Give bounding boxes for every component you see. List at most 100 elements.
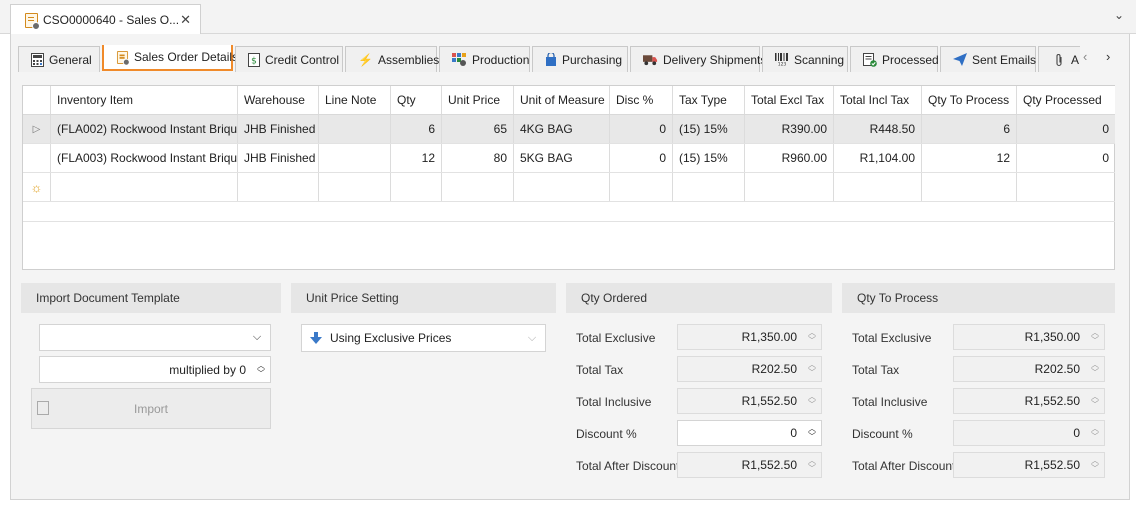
paperclip-icon: [1051, 52, 1066, 67]
cell-line-note[interactable]: [319, 115, 391, 143]
column-header-inventory-item[interactable]: Inventory Item: [51, 86, 238, 114]
tab-credit-control[interactable]: $ Credit Control: [235, 46, 343, 72]
process-total-exclusive-field: R1,350.00 ︿ ﹀: [953, 324, 1105, 350]
new-cell[interactable]: [834, 173, 922, 201]
column-header-total-excl-tax[interactable]: Total Excl Tax: [745, 86, 834, 114]
new-cell[interactable]: [922, 173, 1017, 201]
tab-label: Assemblies: [377, 52, 440, 67]
process-total-exclusive-value: R1,350.00: [1024, 330, 1080, 344]
cell-unit-price[interactable]: 80: [442, 144, 514, 172]
column-header-total-incl-tax[interactable]: Total Incl Tax: [834, 86, 922, 114]
tab-attachments[interactable]: A: [1038, 46, 1080, 72]
send-icon: [953, 52, 967, 67]
import-button[interactable]: Import: [31, 388, 271, 429]
cell-qty[interactable]: 6: [391, 115, 442, 143]
tab-scanning[interactable]: 123 Scanning: [762, 46, 848, 72]
tab-label: Scanning: [794, 52, 845, 67]
multiplier-input[interactable]: multiplied by 0 ︿ ﹀: [39, 356, 271, 383]
new-cell[interactable]: [391, 173, 442, 201]
cell-qty-to-process[interactable]: 12: [922, 144, 1017, 172]
bag-icon: [545, 52, 557, 67]
cell-qty-processed[interactable]: 0: [1017, 144, 1115, 172]
spin-buttons-icon: ︿ ﹀: [1091, 328, 1099, 345]
unit-price-value: Using Exclusive Prices: [330, 331, 452, 345]
column-header-line-note[interactable]: Line Note: [319, 86, 391, 114]
spin-buttons-icon: ︿ ﹀: [808, 392, 816, 409]
label-total-inclusive: Total Inclusive: [852, 395, 928, 409]
svg-text:123: 123: [778, 62, 787, 67]
tab-general[interactable]: General: [18, 46, 100, 72]
cell-warehouse[interactable]: JHB Finished ...: [238, 144, 319, 172]
cell-warehouse[interactable]: JHB Finished ...: [238, 115, 319, 143]
ordered-total-exclusive-field: R1,350.00 ︿ ﹀: [677, 324, 822, 350]
column-header-tax-type[interactable]: Tax Type: [673, 86, 745, 114]
spin-buttons-icon[interactable]: ︿ ﹀: [252, 357, 270, 382]
cell-qty[interactable]: 12: [391, 144, 442, 172]
new-cell[interactable]: [1017, 173, 1115, 201]
import-template-heading: Import Document Template: [21, 283, 281, 313]
tab-scroll-left-icon[interactable]: ‹: [1083, 49, 1087, 64]
cell-disc[interactable]: 0: [610, 144, 673, 172]
tab-label: Sent Emails: [972, 52, 1037, 67]
new-cell[interactable]: [745, 173, 834, 201]
ordered-total-exclusive-value: R1,350.00: [741, 330, 797, 344]
spin-buttons-icon: ︿ ﹀: [1091, 424, 1099, 441]
cell-tax-type[interactable]: (15) 15%: [673, 115, 745, 143]
tab-assemblies[interactable]: ⚡ Assemblies: [345, 46, 440, 72]
row-indicator-cell: [23, 144, 51, 172]
ordered-discount-input[interactable]: 0 ︿ ﹀: [677, 420, 822, 446]
document-tab[interactable]: CSO0000640 - Sales O... ✕: [10, 4, 201, 35]
cell-qty-to-process[interactable]: 6: [922, 115, 1017, 143]
column-header-disc[interactable]: Disc %: [610, 86, 673, 114]
cell-unit-of-measure[interactable]: 5KG BAG: [514, 144, 610, 172]
column-header-unit-of-measure[interactable]: Unit of Measure: [514, 86, 610, 114]
tab-label: Processed: [882, 52, 939, 67]
tab-purchasing[interactable]: Purchasing: [532, 46, 628, 72]
column-header-qty-processed[interactable]: Qty Processed: [1017, 86, 1115, 114]
chevron-down-icon[interactable]: ⌵: [244, 331, 270, 344]
spin-buttons-icon: ︿ ﹀: [1091, 360, 1099, 377]
new-cell[interactable]: [442, 173, 514, 201]
tab-label: Production: [472, 52, 530, 67]
new-cell[interactable]: [238, 173, 319, 201]
table-row[interactable]: (FLA003) Rockwood Instant Briquet... JHB…: [23, 144, 1115, 173]
new-cell[interactable]: [673, 173, 745, 201]
cell-total-excl-tax[interactable]: R390.00: [745, 115, 834, 143]
spin-buttons-icon[interactable]: ︿ ﹀: [803, 421, 821, 445]
cell-total-incl-tax[interactable]: R1,104.00: [834, 144, 922, 172]
new-row[interactable]: ☼: [23, 173, 1115, 202]
new-cell[interactable]: [51, 173, 238, 201]
tab-sales-order-details[interactable]: Sales Order Details: [102, 45, 238, 71]
unit-price-select[interactable]: Using Exclusive Prices ⌵: [301, 324, 546, 352]
column-header-qty-to-process[interactable]: Qty To Process: [922, 86, 1017, 114]
cell-inventory-item[interactable]: (FLA002) Rockwood Instant Briquet...: [51, 115, 238, 143]
template-select[interactable]: ⌵: [39, 324, 271, 351]
cell-unit-price[interactable]: 65: [442, 115, 514, 143]
tab-processed[interactable]: Processed: [850, 46, 939, 72]
cell-unit-of-measure[interactable]: 4KG BAG: [514, 115, 610, 143]
column-header-qty[interactable]: Qty: [391, 86, 442, 114]
cell-line-note[interactable]: [319, 144, 391, 172]
chevron-down-icon[interactable]: ⌵: [519, 332, 545, 345]
process-discount-field: 0 ︿ ﹀: [953, 420, 1105, 446]
chevron-down-icon[interactable]: ⌄: [1114, 8, 1124, 22]
tab-sent-emails[interactable]: Sent Emails: [940, 46, 1036, 72]
column-header-warehouse[interactable]: Warehouse: [238, 86, 319, 114]
tab-scroll-right-icon[interactable]: ›: [1106, 49, 1110, 64]
cell-inventory-item[interactable]: (FLA003) Rockwood Instant Briquet...: [51, 144, 238, 172]
cell-total-excl-tax[interactable]: R960.00: [745, 144, 834, 172]
tab-delivery-shipments[interactable]: Delivery Shipments: [630, 46, 766, 72]
cell-disc[interactable]: 0: [610, 115, 673, 143]
cell-tax-type[interactable]: (15) 15%: [673, 144, 745, 172]
table-row[interactable]: ▷ (FLA002) Rockwood Instant Briquet... J…: [23, 115, 1115, 144]
cell-total-incl-tax[interactable]: R448.50: [834, 115, 922, 143]
tab-production[interactable]: Production: [439, 46, 530, 72]
document-tab-title: CSO0000640 - Sales O...: [43, 13, 180, 27]
new-cell[interactable]: [319, 173, 391, 201]
new-cell[interactable]: [610, 173, 673, 201]
close-icon[interactable]: ✕: [180, 12, 191, 28]
new-cell[interactable]: [514, 173, 610, 201]
column-header-unit-price[interactable]: Unit Price: [442, 86, 514, 114]
cell-qty-processed[interactable]: 0: [1017, 115, 1115, 143]
tab-label: Purchasing: [562, 52, 623, 67]
